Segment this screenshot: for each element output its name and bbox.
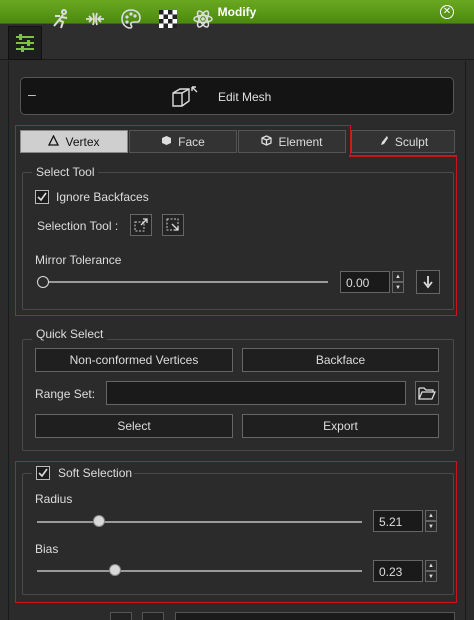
bias-label: Bias	[35, 542, 59, 556]
pose-figure-icon[interactable]	[48, 6, 74, 32]
select-button[interactable]: Select	[35, 414, 233, 438]
morph-icon[interactable]	[82, 6, 108, 32]
mirror-tolerance-label: Mirror Tolerance	[35, 253, 122, 267]
spin-down-icon[interactable]: ▼	[425, 521, 437, 532]
radius-spinner[interactable]: ▲ ▼	[425, 510, 437, 532]
bias-spinner[interactable]: ▲ ▼	[425, 560, 437, 582]
material-palette-icon[interactable]	[118, 6, 144, 32]
checker-texture-icon[interactable]	[155, 6, 181, 32]
mirror-tolerance-spinner[interactable]: ▲ ▼	[392, 271, 404, 293]
bias-value[interactable]: 0.23	[373, 560, 423, 582]
radius-knob[interactable]	[92, 515, 105, 527]
collapse-indicator: –	[28, 86, 36, 102]
bias-knob[interactable]	[109, 564, 121, 576]
spin-up-icon[interactable]: ▲	[425, 560, 437, 571]
range-set-input[interactable]	[106, 381, 406, 405]
tab-sculpt[interactable]: Sculpt	[351, 130, 455, 153]
partial-input[interactable]	[175, 612, 455, 620]
spin-up-icon[interactable]: ▲	[392, 271, 404, 282]
mirror-tolerance-value[interactable]: 0.00	[340, 271, 390, 293]
atom-physics-icon[interactable]	[190, 6, 216, 32]
edit-mesh-icon	[170, 84, 200, 110]
sculpt-brush-icon	[378, 135, 389, 149]
soft-selection-checkbox[interactable]	[36, 466, 50, 480]
mirror-tolerance-knob[interactable]	[37, 276, 49, 288]
select-tool-title: Select Tool	[32, 165, 99, 179]
tab-label: Sculpt	[394, 134, 429, 149]
selection-tool-label: Selection Tool :	[37, 219, 119, 233]
highlight-tabs	[15, 125, 351, 157]
rect-select-icon[interactable]	[130, 214, 152, 236]
radius-value[interactable]: 5.21	[373, 510, 423, 532]
partial-button[interactable]	[110, 612, 132, 620]
spin-down-icon[interactable]: ▼	[425, 571, 437, 582]
sliders-icon[interactable]	[12, 30, 38, 56]
non-conformed-vertices-button[interactable]: Non-conformed Vertices	[35, 348, 233, 372]
export-button[interactable]: Export	[242, 414, 439, 438]
close-icon[interactable]: ✕	[440, 5, 454, 19]
highlight-connector	[349, 155, 457, 157]
radius-label: Radius	[35, 492, 73, 506]
quick-select-title: Quick Select	[32, 327, 108, 341]
lasso-select-icon[interactable]	[162, 214, 184, 236]
spin-up-icon[interactable]: ▲	[425, 510, 437, 521]
bias-track[interactable]	[37, 570, 362, 572]
edit-mesh-label: Edit Mesh	[218, 90, 272, 104]
partial-button[interactable]	[142, 612, 164, 620]
mirror-apply-button[interactable]	[416, 270, 440, 294]
radius-track[interactable]	[37, 521, 362, 523]
ignore-backfaces-checkbox[interactable]	[35, 190, 49, 204]
spin-down-icon[interactable]: ▼	[392, 282, 404, 293]
mirror-tolerance-track[interactable]	[40, 281, 328, 283]
backface-button[interactable]: Backface	[242, 348, 439, 372]
folder-open-icon[interactable]	[415, 381, 439, 405]
range-set-label: Range Set:	[35, 387, 96, 401]
soft-selection-title: Soft Selection	[58, 466, 133, 480]
ignore-backfaces-label: Ignore Backfaces	[56, 190, 149, 204]
